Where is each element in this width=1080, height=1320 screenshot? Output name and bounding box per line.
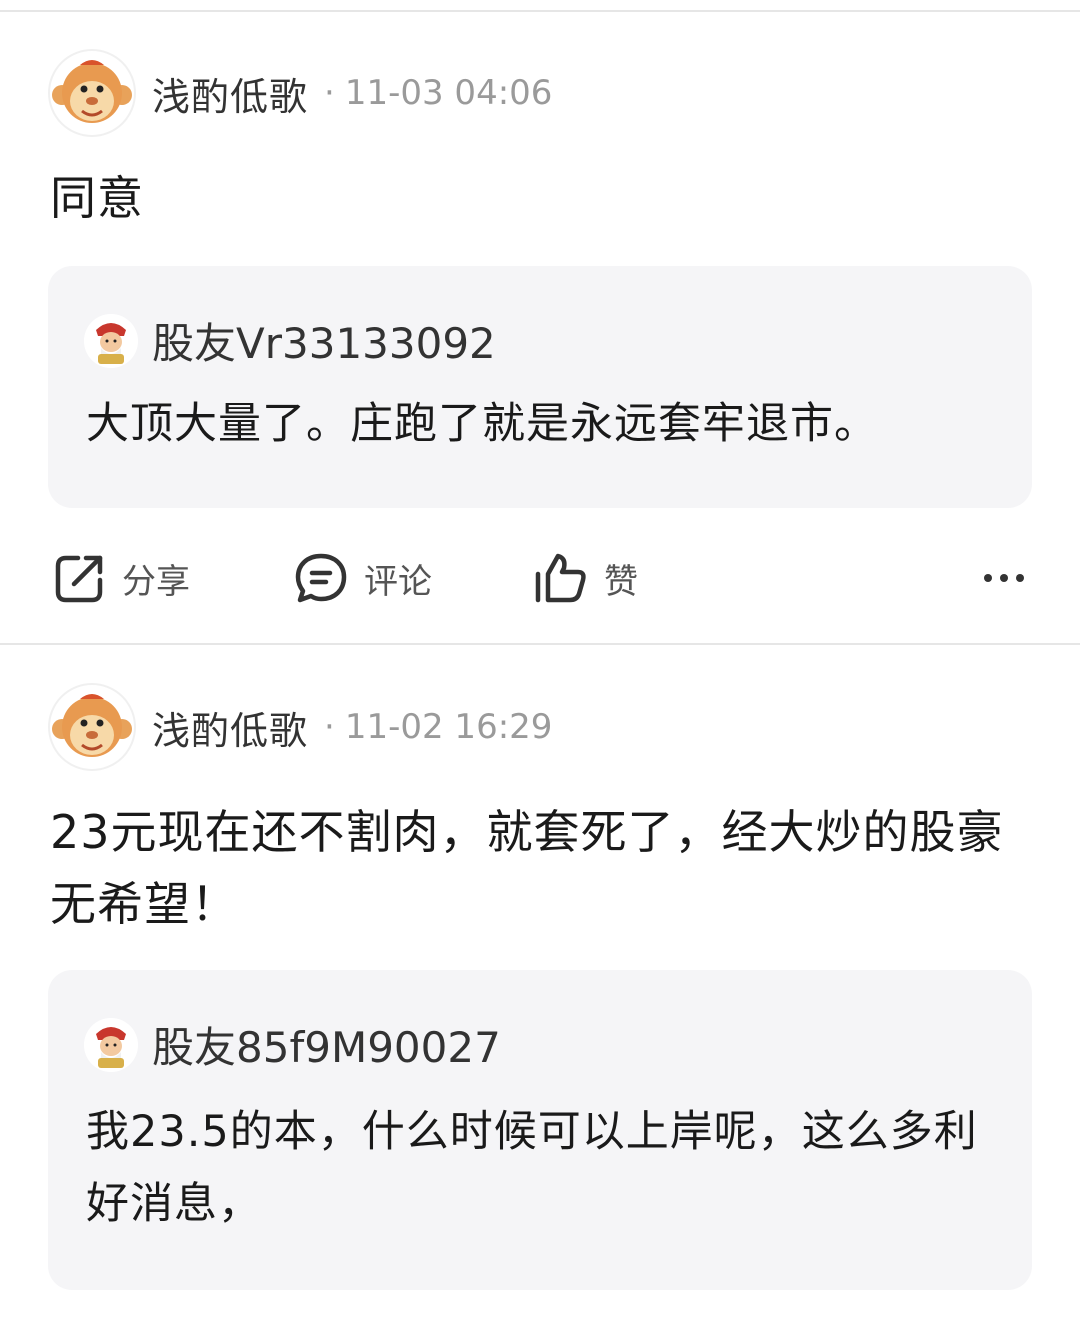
like-label: 赞 bbox=[604, 561, 638, 602]
more-dot bbox=[1000, 574, 1008, 582]
avatar[interactable] bbox=[84, 1017, 138, 1072]
comment-label: 评论 bbox=[364, 561, 432, 602]
post-time: 11-02 16:29 bbox=[344, 707, 553, 747]
comment-icon bbox=[295, 553, 347, 603]
quote-header: 股友Vr33133092 bbox=[84, 310, 496, 371]
quoted-comment[interactable]: 股友85f9M90027 我23.5的本，什么时候可以上岸呢，这么多利好消息， bbox=[48, 970, 1032, 1290]
username[interactable]: 浅酌低歌 bbox=[152, 700, 308, 755]
quoted-comment[interactable]: 股友Vr33133092 大顶大量了。庄跑了就是永远套牢退市。 bbox=[48, 266, 1032, 508]
fortune-avatar-icon bbox=[84, 1017, 138, 1072]
comment-button[interactable]: 评论 bbox=[292, 538, 432, 618]
more-dot bbox=[984, 574, 992, 582]
monkey-avatar-icon bbox=[52, 694, 132, 757]
monkey-avatar-icon bbox=[52, 60, 132, 123]
post-content[interactable]: 23元现在还不割肉，就套死了，经大炒的股豪无希望！ bbox=[50, 796, 1040, 940]
share-icon bbox=[55, 555, 103, 603]
quote-username[interactable]: 股友Vr33133092 bbox=[152, 310, 496, 371]
more-dot bbox=[1016, 574, 1024, 582]
quote-username[interactable]: 股友85f9M90027 bbox=[152, 1014, 501, 1075]
top-divider bbox=[0, 10, 1080, 12]
thumbs-up-icon bbox=[535, 553, 586, 603]
post-header: 浅酌低歌 · 11-03 04:06 bbox=[48, 48, 552, 138]
action-bar: 分享 评论 赞 bbox=[0, 538, 1080, 618]
fortune-avatar-icon bbox=[84, 313, 138, 368]
post-header: 浅酌低歌 · 11-02 16:29 bbox=[48, 682, 552, 772]
share-label: 分享 bbox=[122, 561, 190, 602]
post-divider bbox=[0, 643, 1080, 645]
more-icon[interactable] bbox=[984, 538, 1024, 618]
quote-header: 股友85f9M90027 bbox=[84, 1014, 501, 1075]
quote-text: 大顶大量了。庄跑了就是永远套牢退市。 bbox=[86, 399, 878, 449]
post-content[interactable]: 同意 bbox=[50, 162, 1040, 234]
share-button[interactable]: 分享 bbox=[52, 538, 190, 618]
username[interactable]: 浅酌低歌 bbox=[152, 66, 308, 121]
like-button[interactable]: 赞 bbox=[532, 538, 638, 618]
avatar[interactable] bbox=[84, 313, 138, 368]
meta-separator: · bbox=[324, 707, 335, 747]
quote-text: 我23.5的本，什么时候可以上岸呢，这么多利好消息， bbox=[86, 1107, 978, 1229]
meta-separator: · bbox=[324, 73, 335, 113]
avatar[interactable] bbox=[48, 49, 136, 137]
avatar[interactable] bbox=[48, 683, 136, 771]
post-time: 11-03 04:06 bbox=[344, 73, 553, 113]
